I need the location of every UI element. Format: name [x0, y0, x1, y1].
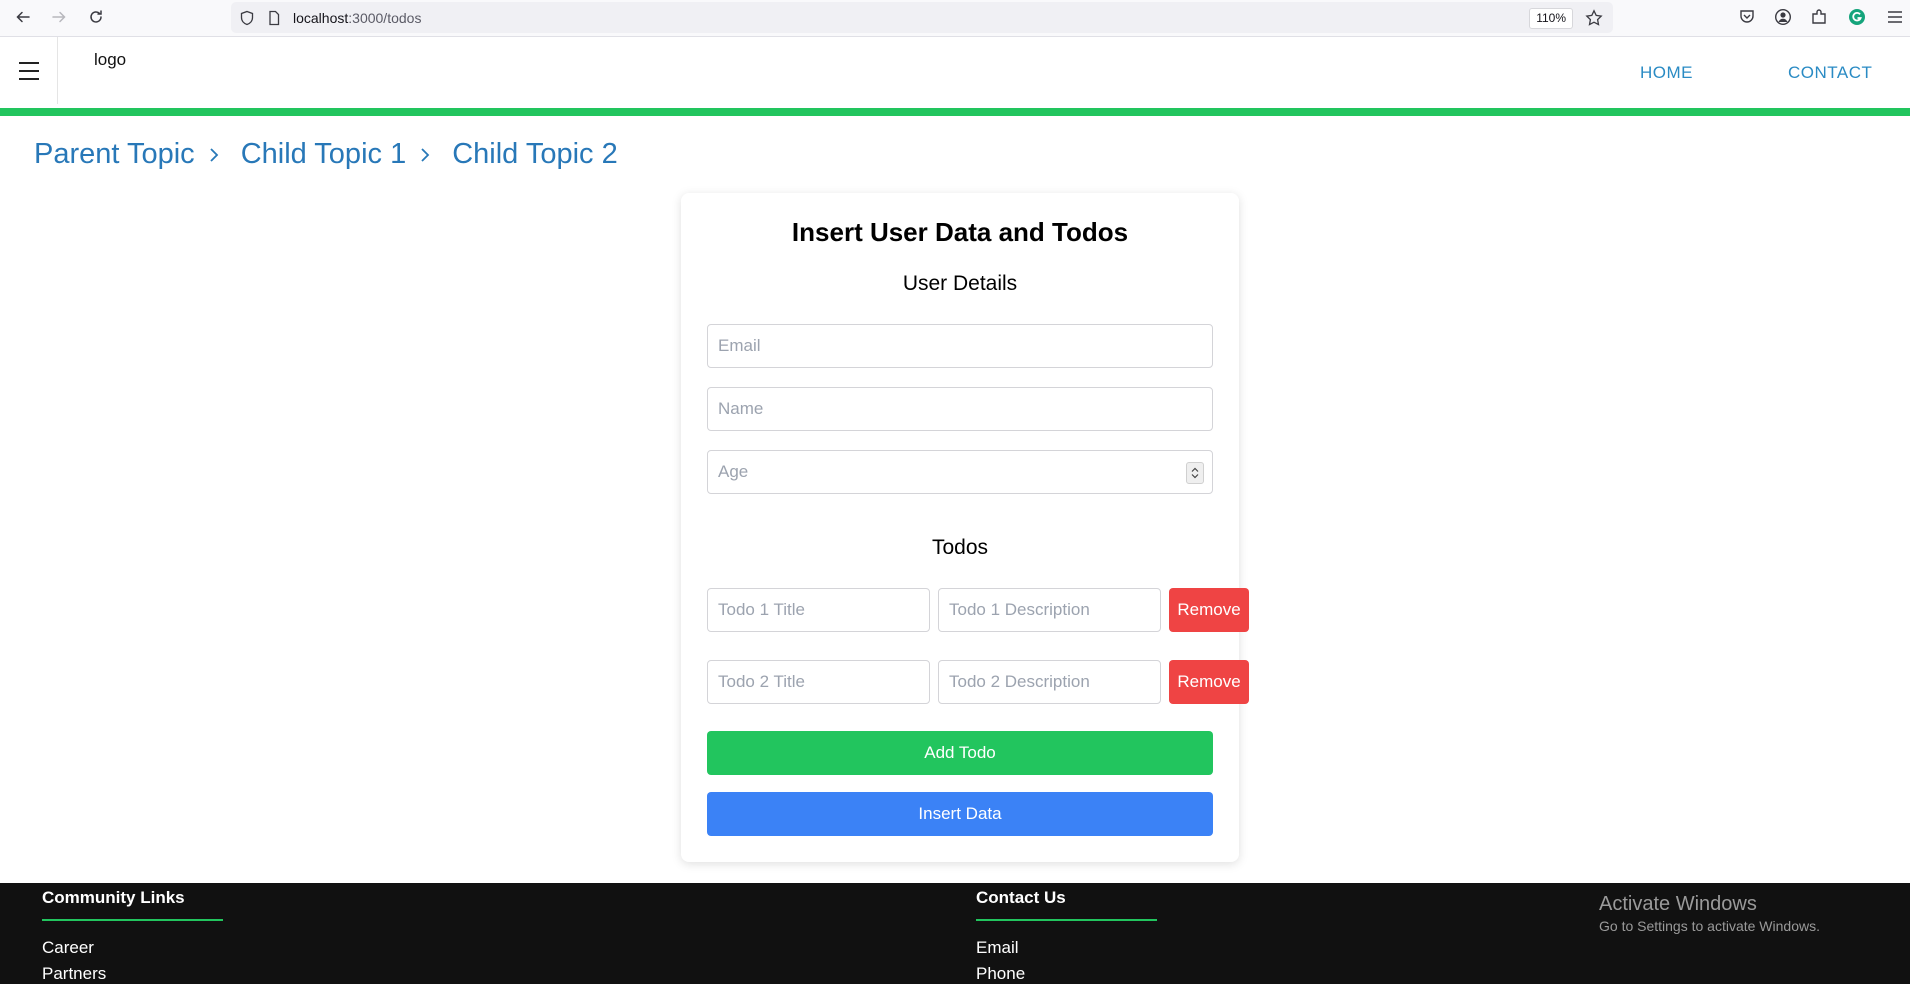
add-todo-button[interactable]: Add Todo: [707, 731, 1213, 775]
arrow-right-icon: [52, 11, 66, 23]
todo-1-remove-button[interactable]: Remove: [1169, 588, 1249, 632]
chevron-down-icon[interactable]: [1190, 473, 1200, 480]
back-button[interactable]: [11, 5, 35, 29]
user-details-heading: User Details: [902, 272, 1018, 295]
chevron-up-icon[interactable]: [1190, 466, 1200, 473]
footer-link-email[interactable]: Email: [976, 938, 1019, 958]
shield-icon[interactable]: [239, 10, 255, 26]
breadcrumb-child-topic-1[interactable]: Child Topic 1: [241, 138, 407, 171]
todo-1-title-field: [707, 588, 930, 632]
age-input[interactable]: [708, 451, 1212, 493]
todo-1-title-input[interactable]: [708, 589, 929, 631]
todo-2-title-field: [707, 660, 930, 704]
reload-button[interactable]: [84, 5, 108, 29]
footer-heading-underline: [976, 919, 1157, 921]
hamburger-icon: [18, 59, 39, 83]
footer-contact-heading: Contact Us: [976, 888, 1066, 907]
address-bar[interactable]: localhost:3000/todos 110%: [231, 2, 1613, 33]
arrow-left-icon: [16, 11, 30, 23]
watermark-title: Activate Windows: [1599, 893, 1757, 915]
browser-toolbar: localhost:3000/todos 110%: [0, 0, 1910, 37]
app-header: logo HOME CONTACT: [0, 37, 1910, 108]
footer-link-career[interactable]: Career: [42, 938, 94, 958]
insert-data-card: Insert User Data and Todos User Details …: [681, 193, 1249, 862]
email-field: [707, 324, 1213, 368]
footer-community-heading: Community Links: [42, 888, 185, 907]
pocket-icon[interactable]: [1738, 8, 1756, 26]
url-host: localhost: [293, 10, 349, 26]
activate-windows-watermark: Activate Windows Go to Settings to activ…: [1599, 893, 1820, 934]
footer-link-partners[interactable]: Partners: [42, 964, 106, 984]
grammarly-icon[interactable]: [1848, 8, 1866, 26]
name-field: [707, 387, 1213, 431]
zoom-level-badge[interactable]: 110%: [1529, 8, 1573, 29]
chevron-right-icon: [418, 147, 432, 163]
age-field: [707, 450, 1213, 494]
page-icon[interactable]: [266, 10, 282, 26]
footer: Community Links Career Partners Contact …: [0, 883, 1910, 984]
hamburger-button[interactable]: [0, 37, 58, 104]
todo-2-description-field: [938, 660, 1161, 704]
todo-1-description-field: [938, 588, 1161, 632]
breadcrumb-child-topic-2[interactable]: Child Topic 2: [452, 138, 618, 171]
email-input[interactable]: [708, 325, 1212, 367]
menu-icon[interactable]: [1886, 8, 1904, 26]
url-path: :3000/todos: [348, 10, 422, 26]
name-input[interactable]: [708, 388, 1212, 430]
chevron-right-icon: [207, 147, 221, 163]
todo-2-remove-button[interactable]: Remove: [1169, 660, 1249, 704]
insert-data-button[interactable]: Insert Data: [707, 792, 1213, 836]
todos-heading: Todos: [931, 536, 989, 559]
watermark-subtitle: Go to Settings to activate Windows.: [1599, 918, 1820, 934]
extensions-icon[interactable]: [1810, 8, 1828, 26]
nav-contact-link[interactable]: CONTACT: [1788, 63, 1872, 83]
header-accent-bar: [0, 108, 1910, 116]
form-title: Insert User Data and Todos: [791, 217, 1129, 247]
logo[interactable]: logo: [94, 50, 126, 70]
forward-button[interactable]: [47, 5, 71, 29]
breadcrumb-parent-topic[interactable]: Parent Topic: [34, 138, 195, 171]
todo-2-description-input[interactable]: [939, 661, 1160, 703]
nav-home-link[interactable]: HOME: [1640, 63, 1693, 83]
url-text: localhost:3000/todos: [293, 10, 421, 26]
todo-2-title-input[interactable]: [708, 661, 929, 703]
account-icon[interactable]: [1774, 8, 1792, 26]
footer-link-phone[interactable]: Phone: [976, 964, 1025, 984]
age-stepper[interactable]: [1186, 462, 1204, 484]
todo-1-description-input[interactable]: [939, 589, 1160, 631]
reload-icon: [90, 10, 102, 23]
breadcrumb: Parent Topic Child Topic 1 Child Topic 2: [34, 138, 618, 171]
footer-heading-underline: [42, 919, 223, 921]
bookmark-star-icon[interactable]: [1585, 9, 1603, 27]
